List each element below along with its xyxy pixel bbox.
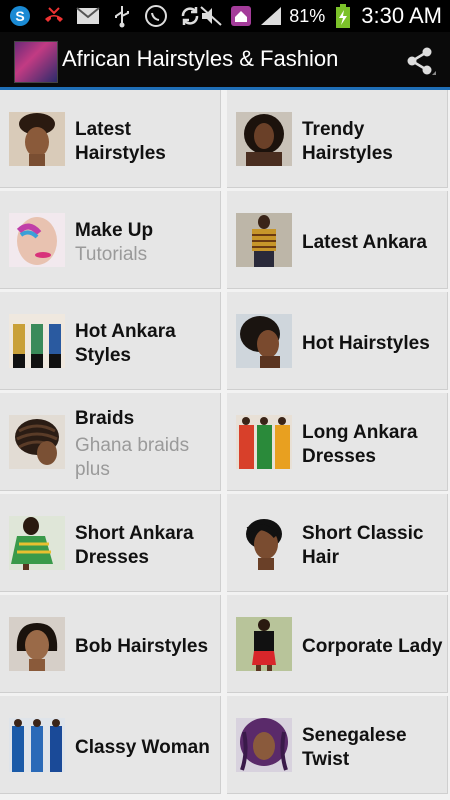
tile-trendy-hairstyles[interactable]: Trendy Hairstyles: [227, 90, 448, 188]
thumbnail-image: [236, 112, 292, 166]
tile-title: Hot Ankara: [75, 321, 176, 342]
thumbnail-image: [236, 415, 292, 469]
mute-icon: [199, 4, 223, 28]
tile-title: Make Up: [75, 220, 154, 241]
tile-title-line2: Hair: [302, 547, 339, 568]
tile-classy-woman[interactable]: Classy Woman: [0, 696, 221, 794]
tile-title: Long Ankara: [302, 422, 418, 443]
mail-icon: [76, 4, 100, 28]
tile-long-ankara-dresses[interactable]: Long Ankara Dresses: [227, 393, 448, 491]
tile-title: Latest: [75, 119, 131, 140]
tile-latest-hairstyles[interactable]: Latest Hairstyles: [0, 90, 221, 188]
tile-title: Corporate Lady: [302, 636, 443, 657]
tile-subtitle: Ghana braids: [75, 435, 190, 456]
missed-call-icon: [42, 4, 66, 28]
tile-title-line2: Dresses: [302, 446, 376, 467]
tile-short-classic-hair[interactable]: Short Classic Hair: [227, 494, 448, 592]
tile-title: Trendy: [302, 119, 365, 140]
tile-title: Short Classic: [302, 523, 424, 544]
thumbnail-image: [9, 718, 65, 772]
tile-title: Classy Woman: [75, 737, 210, 758]
tile-title-line2: Hairstyles: [302, 143, 393, 164]
tile-subtitle-line2: plus: [75, 459, 110, 480]
thumbnail-image: [9, 415, 65, 469]
tile-latest-ankara[interactable]: Latest Ankara: [227, 191, 448, 289]
thumbnail-image: [9, 213, 65, 267]
tile-corporate-lady[interactable]: Corporate Lady: [227, 595, 448, 693]
app-logo[interactable]: [14, 41, 58, 83]
tile-title-line2: Hairstyles: [75, 143, 166, 164]
tile-hot-hairstyles[interactable]: Hot Hairstyles: [227, 292, 448, 390]
share-button[interactable]: [404, 45, 436, 77]
signal-icon: [259, 4, 283, 28]
usb-icon: [110, 4, 134, 28]
skype-icon: S: [8, 4, 32, 28]
battery-percent: 81%: [289, 5, 326, 26]
thumbnail-image: [236, 718, 292, 772]
battery-charging-icon: [331, 4, 355, 28]
tile-hot-ankara-styles[interactable]: Hot Ankara Styles: [0, 292, 221, 390]
whatsapp-icon: [144, 4, 168, 28]
tile-short-ankara-dresses[interactable]: Short Ankara Dresses: [0, 494, 221, 592]
tile-make-up[interactable]: Make Up Tutorials: [0, 191, 221, 289]
svg-text:S: S: [15, 8, 24, 24]
tile-bob-hairstyles[interactable]: Bob Hairstyles: [0, 595, 221, 693]
tile-title: Braids: [75, 408, 135, 429]
tile-subtitle: Tutorials: [75, 244, 148, 265]
thumbnail-image: [236, 213, 292, 267]
tile-title-line2: Twist: [302, 749, 350, 770]
tile-title: Latest Ankara: [302, 232, 427, 253]
tile-title: Bob Hairstyles: [75, 636, 209, 657]
tile-title-line2: Styles: [75, 345, 131, 366]
home-notification-icon: [229, 4, 253, 28]
app-title: African Hairstyles & Fashion: [62, 46, 339, 71]
thumbnail-image: [9, 516, 65, 570]
action-bar: African Hairstyles & Fashion: [0, 32, 450, 90]
clock: 3:30 AM: [361, 3, 442, 28]
tile-braids[interactable]: Braids Ghana braids plus: [0, 393, 221, 491]
share-icon: [407, 47, 436, 75]
tile-title-line2: Dresses: [75, 547, 149, 568]
tile-title: Short Ankara: [75, 523, 194, 544]
thumbnail-image: [9, 314, 65, 368]
tile-title: Hot Hairstyles: [302, 333, 430, 354]
thumbnail-image: [236, 314, 292, 368]
tile-title: Senegalese: [302, 725, 407, 746]
thumbnail-image: [236, 617, 292, 671]
status-bar: S 81% 3:30 AM: [0, 0, 450, 32]
thumbnail-image: [9, 112, 65, 166]
thumbnail-image: [9, 617, 65, 671]
thumbnail-image: [236, 516, 292, 570]
tile-senegalese-twist[interactable]: Senegalese Twist: [227, 696, 448, 794]
